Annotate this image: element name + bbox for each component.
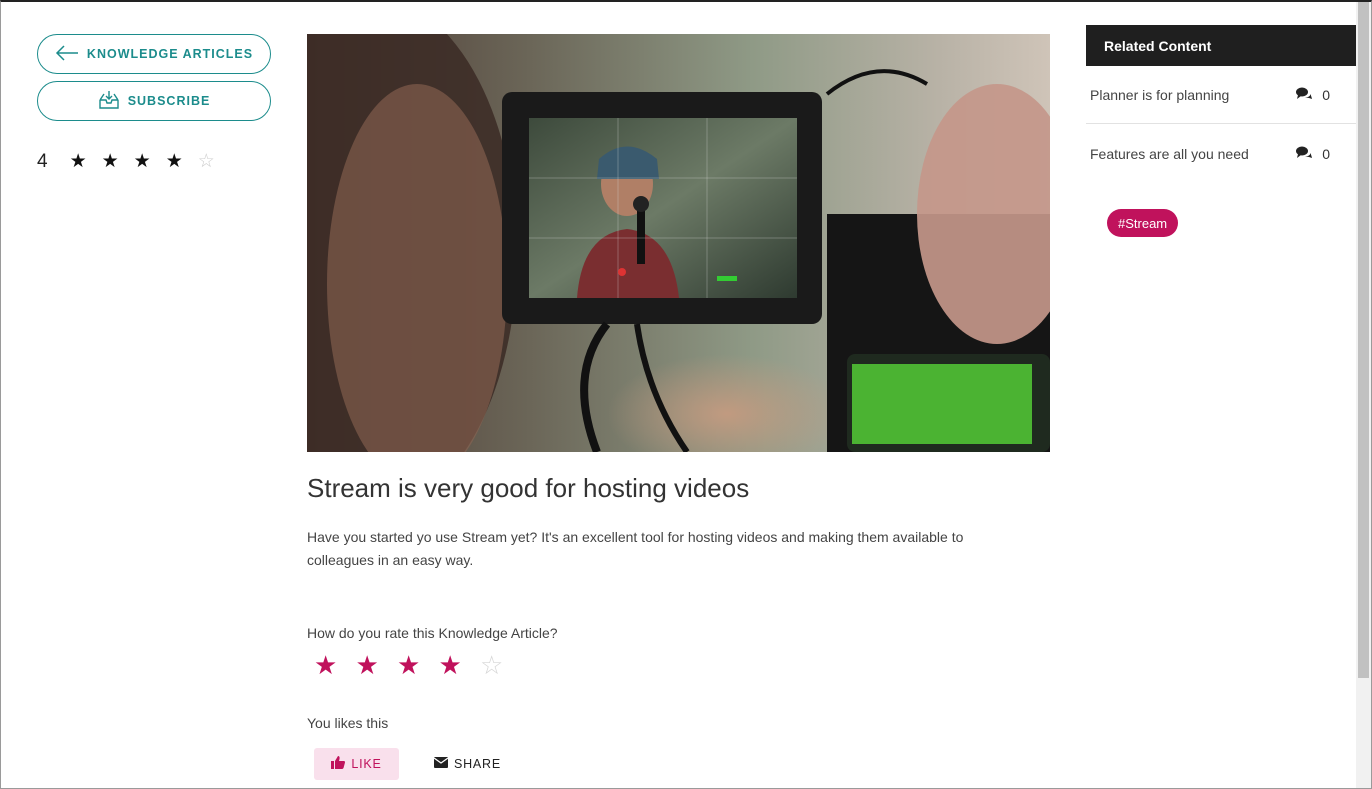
related-item-title[interactable]: Planner is for planning	[1090, 87, 1229, 103]
like-button-label: LIKE	[351, 757, 382, 771]
rate-star-1[interactable]: ★	[314, 650, 356, 680]
star-filled-icon: ★	[101, 151, 119, 172]
comments-icon	[1296, 146, 1313, 162]
vertical-scrollbar[interactable]	[1356, 2, 1371, 788]
related-item[interactable]: Features are all you need 0	[1086, 125, 1356, 183]
subscribe-button-label: SUBSCRIBE	[127, 94, 211, 108]
related-item[interactable]: Planner is for planning 0	[1086, 66, 1356, 124]
envelope-icon	[433, 757, 449, 771]
star-empty-icon: ☆	[197, 151, 215, 172]
rate-star-4[interactable]: ★	[439, 650, 481, 680]
rate-star-2[interactable]: ★	[356, 650, 398, 680]
star-filled-icon: ★	[69, 151, 87, 172]
share-button[interactable]: SHARE	[425, 748, 510, 780]
article-title: Stream is very good for hosting videos	[307, 473, 750, 503]
arrow-left-icon	[55, 44, 79, 64]
subscribe-button[interactable]: SUBSCRIBE	[37, 81, 271, 121]
rating-value: 4	[37, 150, 48, 172]
comment-count-value: 0	[1322, 146, 1330, 162]
related-item-title[interactable]: Features are all you need	[1090, 146, 1249, 162]
article-hero-image	[307, 34, 1050, 452]
rate-star-3[interactable]: ★	[397, 650, 439, 680]
like-button[interactable]: LIKE	[314, 748, 399, 780]
inbox-download-icon	[98, 90, 120, 113]
article-rating-input[interactable]: ★ ★ ★ ★ ☆	[314, 650, 522, 680]
article-body: Have you started yo use Stream yet? It's…	[307, 529, 964, 568]
comments-icon	[1296, 87, 1313, 103]
star-filled-icon: ★	[165, 151, 183, 172]
share-button-label: SHARE	[453, 757, 502, 771]
related-content-header: Related Content	[1086, 25, 1356, 66]
rate-star-5[interactable]: ☆	[480, 650, 522, 680]
thumbs-up-icon	[331, 756, 346, 772]
rate-question: How do you rate this Knowledge Article?	[307, 625, 558, 641]
scrollbar-thumb[interactable]	[1358, 2, 1369, 678]
star-filled-icon: ★	[133, 151, 151, 172]
likes-status: You likes this	[307, 715, 389, 731]
comment-count-value: 0	[1322, 86, 1330, 103]
comment-count: 0	[1296, 146, 1330, 162]
comment-count: 0	[1296, 87, 1330, 103]
tag-stream[interactable]: #Stream	[1107, 209, 1179, 237]
rating-summary: 4 ★ ★ ★ ★ ☆	[37, 150, 230, 173]
back-to-knowledge-articles-button[interactable]: KNOWLEDGE ARTICLES	[37, 34, 271, 74]
back-button-label: KNOWLEDGE ARTICLES	[86, 47, 254, 61]
